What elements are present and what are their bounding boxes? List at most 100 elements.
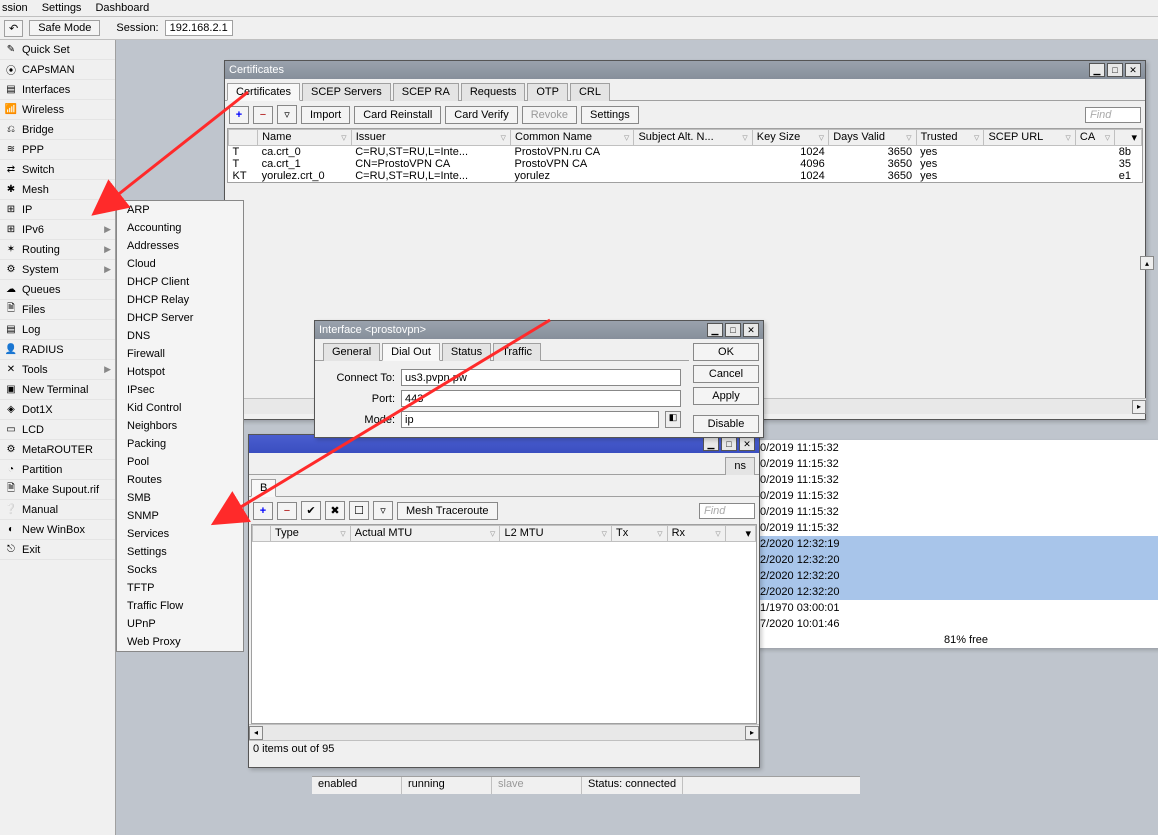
sidebar-item-metarouter[interactable]: ⚙MetaROUTER — [0, 440, 115, 460]
log-row[interactable]: 0/2019 11:15:32 — [756, 488, 1158, 504]
sidebar-item-log[interactable]: ▤Log — [0, 320, 115, 340]
sidebar-item-switch[interactable]: ⇄Switch — [0, 160, 115, 180]
find-input[interactable]: Find — [1085, 107, 1141, 123]
maximize-icon[interactable]: □ — [1107, 63, 1123, 77]
sidebar-item-new-winbox[interactable]: ◐New WinBox — [0, 520, 115, 540]
tab-crl[interactable]: CRL — [570, 83, 610, 101]
remove-button[interactable]: − — [277, 502, 297, 520]
sidebar-item-manual[interactable]: ❔Manual — [0, 500, 115, 520]
log-row[interactable]: 2/2020 12:32:20 — [756, 568, 1158, 584]
disable-button[interactable]: Disable — [693, 415, 759, 433]
revoke-button[interactable]: Revoke — [522, 106, 577, 124]
sidebar-item-wireless[interactable]: 📶Wireless — [0, 100, 115, 120]
scroll-right-icon[interactable]: ▸ — [745, 726, 759, 740]
mode-dropdown-icon[interactable]: ◧ — [665, 411, 681, 428]
menu-item-upnp[interactable]: UPnP — [117, 615, 243, 633]
certificates-grid[interactable]: Name▿Issuer▿Common Name▿Subject Alt. N..… — [227, 128, 1143, 183]
connect-to-input[interactable] — [401, 369, 681, 386]
menu-item-dhcp-relay[interactable]: DHCP Relay — [117, 291, 243, 309]
column-header[interactable]: Name▿ — [258, 130, 352, 146]
apply-button[interactable]: Apply — [693, 387, 759, 405]
menu-item-hotspot[interactable]: Hotspot — [117, 363, 243, 381]
menu-item-dhcp-client[interactable]: DHCP Client — [117, 273, 243, 291]
sidebar-item-queues[interactable]: ☁Queues — [0, 280, 115, 300]
mesh-grid[interactable]: Type▿Actual MTU▿L2 MTU▿Tx▿Rx▿▾ — [251, 524, 757, 724]
sidebar-item-mesh[interactable]: ✱Mesh — [0, 180, 115, 200]
log-row[interactable]: 7/2020 10:01:46 — [756, 616, 1158, 632]
menu-item-kid-control[interactable]: Kid Control — [117, 399, 243, 417]
sidebar-item-ppp[interactable]: ≋PPP — [0, 140, 115, 160]
filter-button[interactable]: ▿ — [373, 501, 393, 520]
sidebar-item-interfaces[interactable]: ▤Interfaces — [0, 80, 115, 100]
tab-traffic[interactable]: Traffic — [493, 343, 541, 361]
enable-button[interactable]: ✔ — [301, 501, 321, 520]
menu-item-accounting[interactable]: Accounting — [117, 219, 243, 237]
menu-item-smb[interactable]: SMB — [117, 489, 243, 507]
column-header[interactable]: Tx▿ — [611, 526, 667, 542]
menu-item-dashboard[interactable]: Dashboard — [95, 2, 149, 14]
safe-mode-button[interactable]: Safe Mode — [29, 20, 100, 36]
port-input[interactable] — [401, 390, 681, 407]
column-header[interactable]: Type▿ — [271, 526, 351, 542]
tab-certificates[interactable]: Certificates — [227, 83, 300, 101]
tab-requests[interactable]: Requests — [461, 83, 525, 101]
tab-columns[interactable]: ns — [725, 457, 755, 475]
column-header[interactable]: Actual MTU▿ — [350, 526, 500, 542]
sidebar-item-tools[interactable]: ✕Tools▶ — [0, 360, 115, 380]
log-row[interactable]: 0/2019 11:15:32 — [756, 440, 1158, 456]
column-header[interactable]: Key Size▿ — [752, 130, 828, 146]
table-row[interactable]: Tca.crt_1CN=ProstoVPN CAProstoVPN CA4096… — [229, 158, 1142, 170]
interface-window[interactable]: Interface <prostovpn> ▁ □ ✕ GeneralDial … — [314, 320, 764, 438]
menu-item-socks[interactable]: Socks — [117, 561, 243, 579]
menu-item-arp[interactable]: ARP — [117, 201, 243, 219]
menu-item-ipsec[interactable]: IPsec — [117, 381, 243, 399]
column-header[interactable]: Common Name▿ — [511, 130, 634, 146]
log-row[interactable]: 2/2020 12:32:20 — [756, 552, 1158, 568]
scroll-left-icon[interactable]: ◂ — [249, 726, 263, 740]
tab-general[interactable]: General — [323, 343, 380, 361]
log-row[interactable]: 0/2019 11:15:32 — [756, 456, 1158, 472]
column-header[interactable]: Issuer▿ — [351, 130, 510, 146]
disable-button[interactable]: ✖ — [325, 501, 345, 520]
sidebar-item-system[interactable]: ⚙System▶ — [0, 260, 115, 280]
tab-scep-ra[interactable]: SCEP RA — [393, 83, 459, 101]
menu-item-pool[interactable]: Pool — [117, 453, 243, 471]
sidebar-item-routing[interactable]: ✶Routing▶ — [0, 240, 115, 260]
scroll-right-icon[interactable]: ▸ — [1132, 400, 1146, 414]
menu-item-traffic-flow[interactable]: Traffic Flow — [117, 597, 243, 615]
column-header[interactable]: Subject Alt. N...▿ — [634, 130, 752, 146]
sidebar-item-new-terminal[interactable]: ▣New Terminal — [0, 380, 115, 400]
sidebar-item-quick-set[interactable]: ✎Quick Set — [0, 40, 115, 60]
ok-button[interactable]: OK — [693, 343, 759, 361]
log-row[interactable]: 0/2019 11:15:32 — [756, 472, 1158, 488]
sidebar-item-files[interactable]: 🗎Files — [0, 300, 115, 320]
sidebar-item-lcd[interactable]: ▭LCD — [0, 420, 115, 440]
cert-settings-button[interactable]: Settings — [581, 106, 639, 124]
cancel-button[interactable]: Cancel — [693, 365, 759, 383]
tab-b[interactable]: B — [251, 479, 276, 497]
menu-item-neighbors[interactable]: Neighbors — [117, 417, 243, 435]
column-header[interactable]: SCEP URL▿ — [984, 130, 1075, 146]
add-button[interactable]: + — [253, 502, 273, 520]
minimize-icon[interactable]: ▁ — [703, 437, 719, 451]
comment-button[interactable]: ☐ — [349, 501, 369, 520]
menu-item-dhcp-server[interactable]: DHCP Server — [117, 309, 243, 327]
tab-status[interactable]: Status — [442, 343, 491, 361]
table-row[interactable]: Tca.crt_0C=RU,ST=RU,L=Inte...ProstoVPN.r… — [229, 146, 1142, 159]
remove-button[interactable]: − — [253, 106, 273, 124]
menu-item-routes[interactable]: Routes — [117, 471, 243, 489]
column-header[interactable]: ▾ — [725, 526, 755, 542]
close-icon[interactable]: ✕ — [1125, 63, 1141, 77]
column-header[interactable]: ▾ — [1115, 130, 1142, 146]
sidebar-item-bridge[interactable]: ⎌Bridge — [0, 120, 115, 140]
session-address[interactable]: 192.168.2.1 — [165, 20, 233, 36]
maximize-icon[interactable]: □ — [725, 323, 741, 337]
column-header[interactable]: Days Valid▿ — [829, 130, 916, 146]
column-header[interactable]: Trusted▿ — [916, 130, 984, 146]
tab-scep-servers[interactable]: SCEP Servers — [302, 83, 391, 101]
menu-item-cloud[interactable]: Cloud — [117, 255, 243, 273]
close-icon[interactable]: ✕ — [739, 437, 755, 451]
column-header[interactable] — [253, 526, 271, 542]
log-row[interactable]: 1/1970 03:00:01 — [756, 600, 1158, 616]
sidebar-item-ipv6[interactable]: ⊞IPv6▶ — [0, 220, 115, 240]
